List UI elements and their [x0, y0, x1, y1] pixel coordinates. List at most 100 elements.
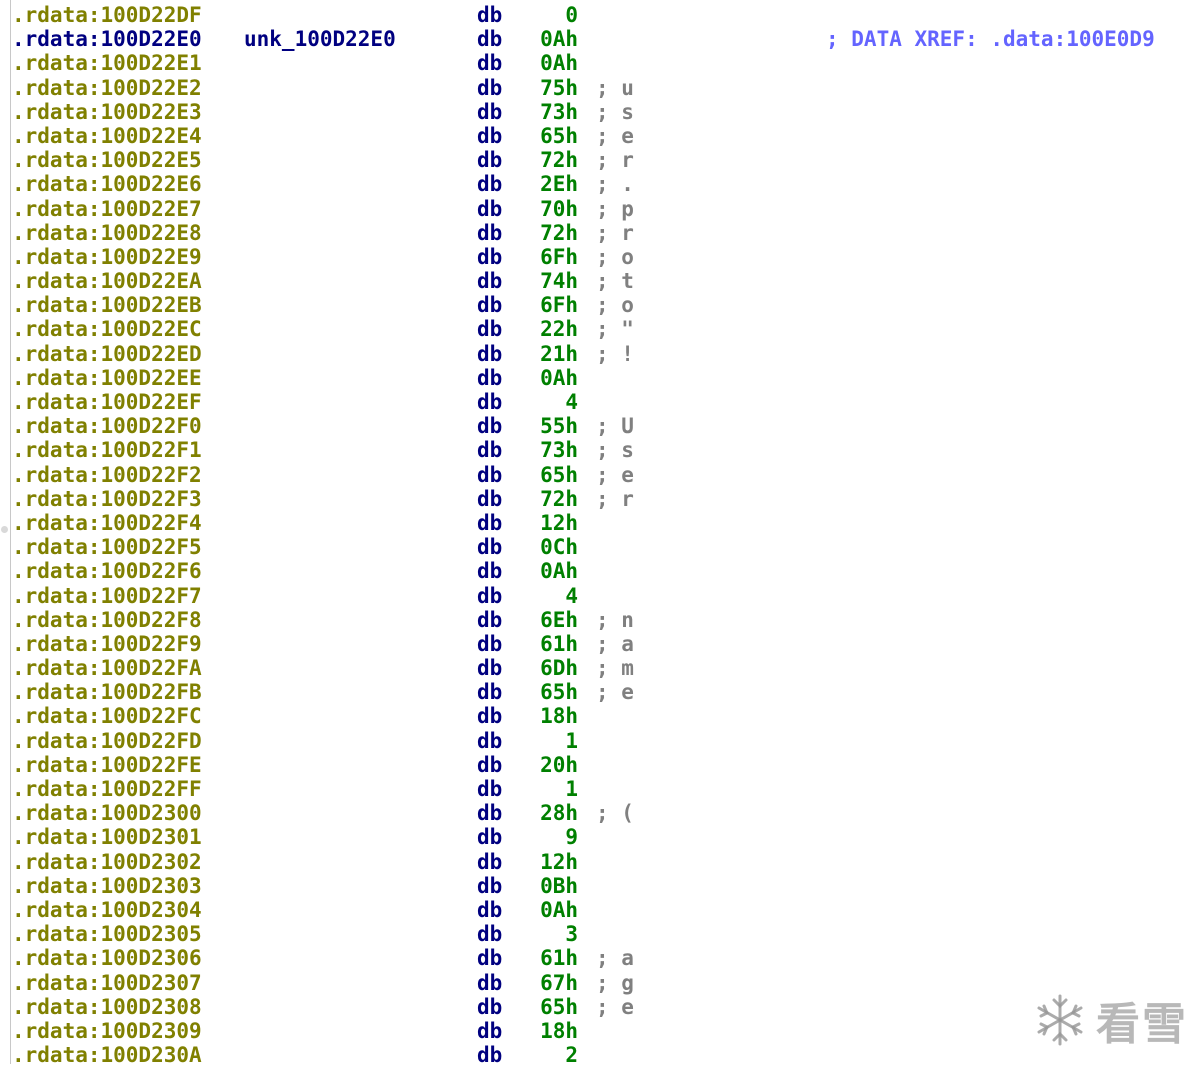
row-address[interactable]: .rdata:100D2302 — [12, 850, 202, 874]
row-value[interactable]: 18h — [540, 704, 578, 728]
row-value[interactable]: 2 — [565, 1043, 578, 1067]
row-address[interactable]: .rdata:100D22EF — [12, 390, 202, 414]
row-value[interactable]: 67h — [540, 971, 578, 995]
listing-row[interactable]: .rdata:100D22E9 db 6Fh ; o — [12, 245, 1200, 269]
row-value[interactable]: 2Eh — [540, 172, 578, 196]
row-address[interactable]: .rdata:100D22E9 — [12, 245, 202, 269]
listing-row[interactable]: .rdata:100D22E0 unk_100D22E0 db 0Ah ; DATA X… — [12, 27, 1200, 51]
row-address[interactable]: .rdata:100D22FD — [12, 729, 202, 753]
listing-row[interactable]: .rdata:100D22E3 db 73h ; s — [12, 100, 1200, 124]
row-address[interactable]: .rdata:100D22F9 — [12, 632, 202, 656]
row-value[interactable]: 9 — [565, 825, 578, 849]
row-value[interactable]: 21h — [540, 342, 578, 366]
row-value[interactable]: 65h — [540, 124, 578, 148]
row-value[interactable]: 73h — [540, 438, 578, 462]
listing-row[interactable]: .rdata:100D2306 db 61h ; a — [12, 946, 1200, 970]
row-address[interactable]: .rdata:100D2303 — [12, 874, 202, 898]
listing-row[interactable]: .rdata:100D22F4 db 12h — [12, 511, 1200, 535]
row-value[interactable]: 1 — [565, 777, 578, 801]
listing-row[interactable]: .rdata:100D2301 db 9 — [12, 825, 1200, 849]
row-address[interactable]: .rdata:100D22E2 — [12, 76, 202, 100]
row-address[interactable]: .rdata:100D2300 — [12, 801, 202, 825]
row-address[interactable]: .rdata:100D2305 — [12, 922, 202, 946]
listing-row[interactable]: .rdata:100D22F7 db 4 — [12, 584, 1200, 608]
listing-row[interactable]: .rdata:100D22FF db 1 — [12, 777, 1200, 801]
row-value[interactable]: 28h — [540, 801, 578, 825]
row-address[interactable]: .rdata:100D22DF — [12, 3, 202, 27]
listing-row[interactable]: .rdata:100D2303 db 0Bh — [12, 874, 1200, 898]
listing-row[interactable]: .rdata:100D2305 db 3 — [12, 922, 1200, 946]
row-address[interactable]: .rdata:100D22FC — [12, 704, 202, 728]
listing-row[interactable]: .rdata:100D22FB db 65h ; e — [12, 680, 1200, 704]
listing-row[interactable]: .rdata:100D22FA db 6Dh ; m — [12, 656, 1200, 680]
row-address[interactable]: .rdata:100D22EB — [12, 293, 202, 317]
row-label[interactable]: unk_100D22E0 — [244, 27, 396, 51]
row-address[interactable]: .rdata:100D22ED — [12, 342, 202, 366]
row-value[interactable]: 0Ah — [540, 51, 578, 75]
listing-row[interactable]: .rdata:100D22F9 db 61h ; a — [12, 632, 1200, 656]
listing-row[interactable]: .rdata:100D22EA db 74h ; t — [12, 269, 1200, 293]
row-address[interactable]: .rdata:100D22E8 — [12, 221, 202, 245]
row-address[interactable]: .rdata:100D22F3 — [12, 487, 202, 511]
row-value[interactable]: 0Ah — [540, 366, 578, 390]
row-value[interactable]: 72h — [540, 148, 578, 172]
row-address[interactable]: .rdata:100D22FF — [12, 777, 202, 801]
row-address[interactable]: .rdata:100D22E3 — [12, 100, 202, 124]
row-value[interactable]: 74h — [540, 269, 578, 293]
listing-row[interactable]: .rdata:100D22FE db 20h — [12, 753, 1200, 777]
row-address[interactable]: .rdata:100D22FA — [12, 656, 202, 680]
listing-row[interactable]: .rdata:100D22EC db 22h ; " — [12, 317, 1200, 341]
row-value[interactable]: 12h — [540, 850, 578, 874]
row-value[interactable]: 61h — [540, 946, 578, 970]
listing-row[interactable]: .rdata:100D2304 db 0Ah — [12, 898, 1200, 922]
listing-row[interactable]: .rdata:100D22EB db 6Fh ; o — [12, 293, 1200, 317]
listing-row[interactable]: .rdata:100D22E2 db 75h ; u — [12, 76, 1200, 100]
row-value[interactable]: 6Eh — [540, 608, 578, 632]
row-value[interactable]: 0Ch — [540, 535, 578, 559]
listing-row[interactable]: .rdata:100D22E7 db 70h ; p — [12, 197, 1200, 221]
row-value[interactable]: 3 — [565, 922, 578, 946]
row-address[interactable]: .rdata:100D22E1 — [12, 51, 202, 75]
row-address[interactable]: .rdata:100D2308 — [12, 995, 202, 1019]
row-value[interactable]: 65h — [540, 995, 578, 1019]
row-address[interactable]: .rdata:100D22FB — [12, 680, 202, 704]
row-address[interactable]: .rdata:100D22F5 — [12, 535, 202, 559]
row-value[interactable]: 0Ah — [540, 27, 578, 51]
row-address[interactable]: .rdata:100D22EE — [12, 366, 202, 390]
row-value[interactable]: 55h — [540, 414, 578, 438]
row-address[interactable]: .rdata:100D22E0 — [12, 27, 202, 51]
listing-row[interactable]: .rdata:100D22F3 db 72h ; r — [12, 487, 1200, 511]
listing-row[interactable]: .rdata:100D2300 db 28h ; ( — [12, 801, 1200, 825]
row-value[interactable]: 20h — [540, 753, 578, 777]
row-address[interactable]: .rdata:100D22F0 — [12, 414, 202, 438]
row-value[interactable]: 75h — [540, 76, 578, 100]
row-value[interactable]: 12h — [540, 511, 578, 535]
row-value[interactable]: 65h — [540, 463, 578, 487]
row-address[interactable]: .rdata:100D22E4 — [12, 124, 202, 148]
row-value[interactable]: 0Ah — [540, 559, 578, 583]
row-value[interactable]: 61h — [540, 632, 578, 656]
row-value[interactable]: 1 — [565, 729, 578, 753]
row-value[interactable]: 0Bh — [540, 874, 578, 898]
listing-row[interactable]: .rdata:100D2302 db 12h — [12, 850, 1200, 874]
row-address[interactable]: .rdata:100D22F7 — [12, 584, 202, 608]
row-address[interactable]: .rdata:100D22E5 — [12, 148, 202, 172]
row-value[interactable]: 70h — [540, 197, 578, 221]
disassembly-listing[interactable]: .rdata:100D22DF db 0 .rdata:100D22E0 unk_100… — [12, 3, 1200, 1067]
row-value[interactable]: 6Fh — [540, 293, 578, 317]
row-address[interactable]: .rdata:100D2307 — [12, 971, 202, 995]
listing-row[interactable]: .rdata:100D2309 db 18h — [12, 1019, 1200, 1043]
row-address[interactable]: .rdata:100D2304 — [12, 898, 202, 922]
row-xref-comment[interactable]: ; DATA XREF: .data:100E0D9 — [826, 27, 1155, 51]
row-address[interactable]: .rdata:100D22EA — [12, 269, 202, 293]
listing-row[interactable]: .rdata:100D22ED db 21h ; ! — [12, 342, 1200, 366]
listing-row[interactable]: .rdata:100D22F8 db 6Eh ; n — [12, 608, 1200, 632]
listing-row[interactable]: .rdata:100D22F2 db 65h ; e — [12, 463, 1200, 487]
listing-row[interactable]: .rdata:100D22E6 db 2Eh ; . — [12, 172, 1200, 196]
row-address[interactable]: .rdata:100D22FE — [12, 753, 202, 777]
listing-row[interactable]: .rdata:100D22F6 db 0Ah — [12, 559, 1200, 583]
listing-row[interactable]: .rdata:100D22E4 db 65h ; e — [12, 124, 1200, 148]
row-address[interactable]: .rdata:100D22E7 — [12, 197, 202, 221]
listing-row[interactable]: .rdata:100D22FD db 1 — [12, 729, 1200, 753]
row-address[interactable]: .rdata:100D2306 — [12, 946, 202, 970]
